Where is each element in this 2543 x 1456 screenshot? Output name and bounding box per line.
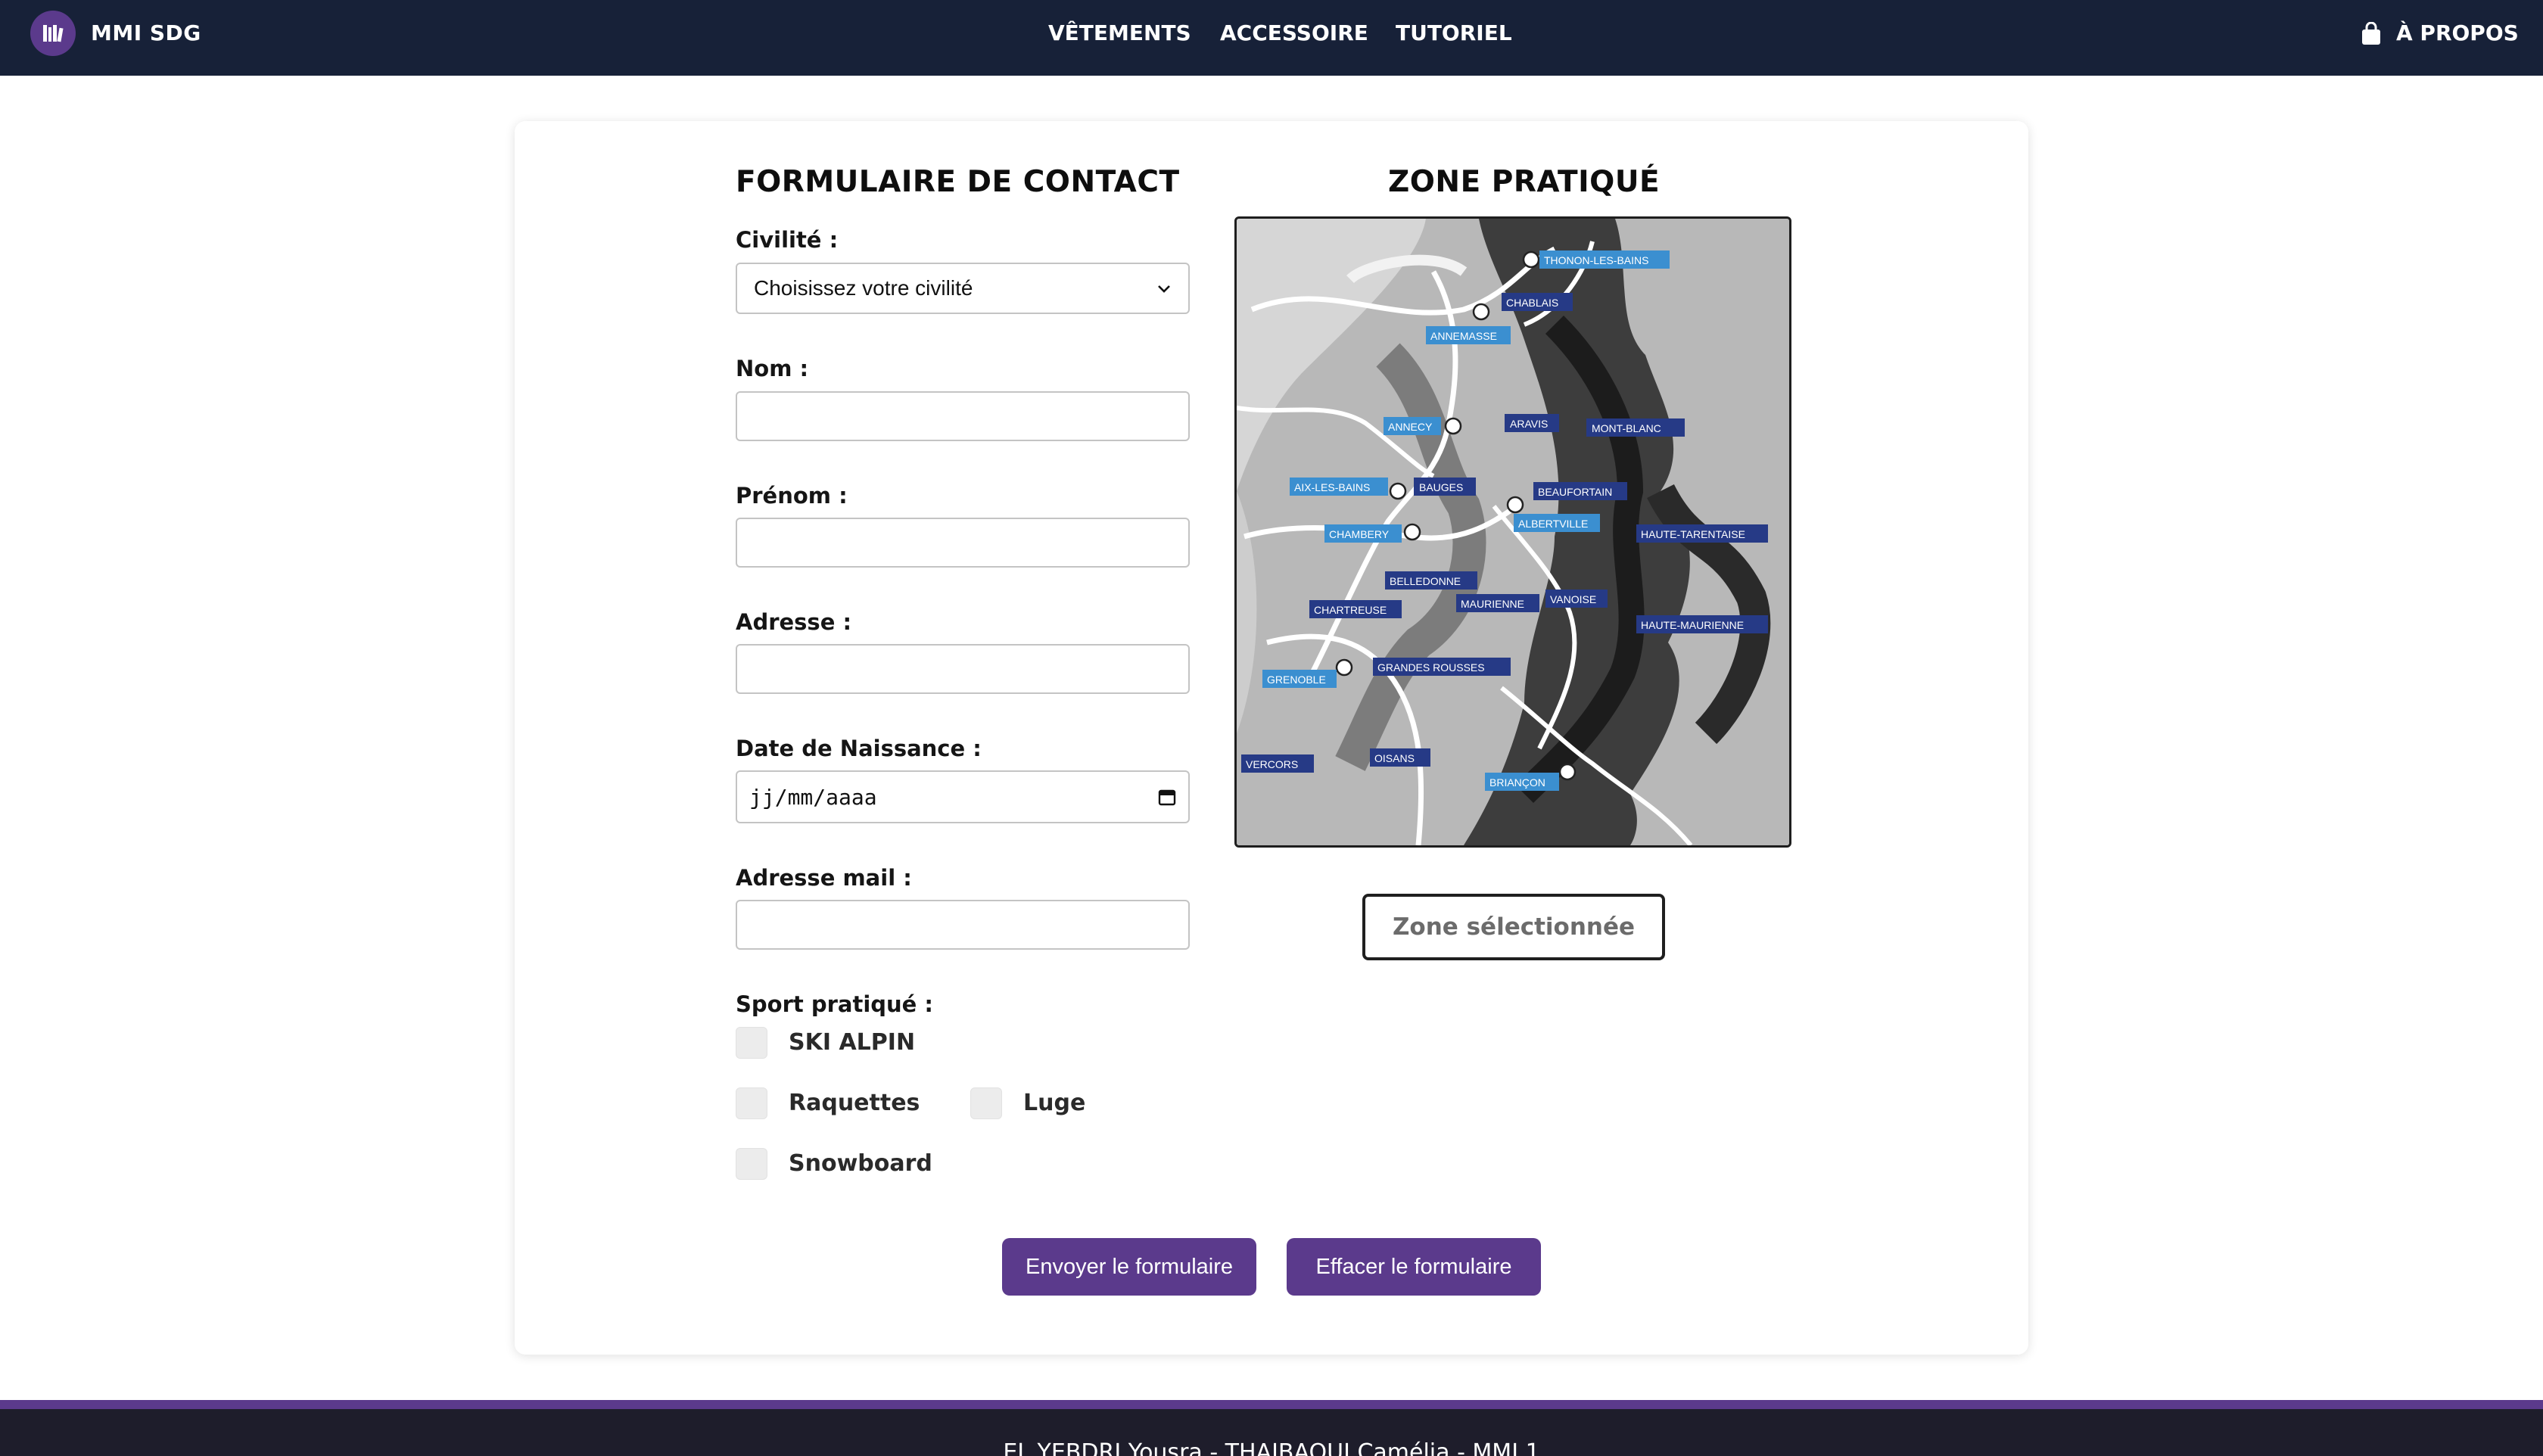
checkbox-ski-alpin[interactable] [736, 1027, 767, 1059]
adresse-input[interactable] [736, 644, 1190, 694]
prenom-label: Prénom : [736, 483, 848, 509]
prenom-input[interactable] [736, 518, 1190, 568]
map-label-annemasse: ANNEMASSE [1430, 330, 1497, 342]
checkbox-luge[interactable] [970, 1087, 1002, 1119]
map-label-albertville: ALBERTVILLE [1518, 518, 1588, 530]
alps-map-image: THONON-LES-BAINS CHABLAIS ANNEMASSE ANNE… [1237, 219, 1789, 845]
contact-card: FORMULAIRE DE CONTACT Civilité : Choisis… [515, 121, 2028, 1355]
checkbox-raquettes[interactable] [736, 1087, 767, 1119]
map-label-thonon: THONON-LES-BAINS [1544, 254, 1648, 266]
footer-accent-stripe [0, 1400, 2543, 1409]
checkbox-label-ski-alpin: SKI ALPIN [789, 1029, 916, 1056]
nav-link-a-propos[interactable]: À PROPOS [2396, 20, 2519, 45]
brand-name[interactable]: MMI SDG [91, 20, 201, 45]
date-naissance-input[interactable]: jj/mm/aaaa [736, 770, 1190, 823]
map-label-grandes-rousses: GRANDES ROUSSES [1377, 661, 1485, 674]
map-label-belledonne: BELLEDONNE [1390, 575, 1461, 587]
map-label-aravis: ARAVIS [1510, 418, 1548, 430]
map-label-oisans: OISANS [1374, 752, 1415, 764]
map-label-grenoble: GRENOBLE [1267, 674, 1326, 686]
bookshelf-icon [43, 25, 64, 42]
map-label-mont-blanc: MONT-BLANC [1592, 422, 1661, 434]
footer: EL YEBDRI Yousra - THAIBAOUI Camélia - M… [0, 1409, 2543, 1456]
map-label-maurienne: MAURIENNE [1461, 598, 1524, 610]
zone-selected-button[interactable]: Zone sélectionnée [1362, 894, 1665, 960]
sport-pratique-label: Sport pratiqué : [736, 991, 934, 1017]
footer-credits: EL YEBDRI Yousra - THAIBAOUI Camélia - M… [1003, 1439, 1540, 1456]
map-label-bauges: BAUGES [1419, 481, 1463, 493]
adresse-mail-label: Adresse mail : [736, 865, 912, 891]
calendar-icon[interactable] [1158, 788, 1176, 806]
map-label-chablais: CHABLAIS [1506, 297, 1558, 309]
map-label-chartreuse: CHARTREUSE [1314, 604, 1387, 616]
map-label-beaufortain: BEAUFORTAIN [1538, 486, 1612, 498]
civilite-select[interactable]: Choisissez votre civilité [736, 263, 1190, 314]
nav-link-tutoriel[interactable]: TUTORIEL [1396, 20, 1512, 45]
adresse-label: Adresse : [736, 609, 852, 635]
nav-link-accessoire[interactable]: ACCESSOIRE [1220, 20, 1368, 45]
zone-map[interactable]: THONON-LES-BAINS CHABLAIS ANNEMASSE ANNE… [1234, 216, 1791, 848]
date-naissance-label: Date de Naissance : [736, 736, 982, 761]
reset-form-button[interactable]: Effacer le formulaire [1287, 1238, 1541, 1296]
nom-label: Nom : [736, 356, 809, 381]
contact-form-title: FORMULAIRE DE CONTACT [736, 165, 1180, 199]
site-logo[interactable] [30, 11, 76, 56]
map-label-vanoise: VANOISE [1550, 593, 1596, 605]
map-label-haute-maurienne: HAUTE-MAURIENNE [1641, 619, 1744, 631]
checkbox-snowboard[interactable] [736, 1148, 767, 1180]
map-label-annecy: ANNECY [1388, 421, 1433, 433]
map-label-briancon: BRIANÇON [1489, 776, 1545, 789]
submit-form-button[interactable]: Envoyer le formulaire [1002, 1238, 1256, 1296]
adresse-mail-input[interactable] [736, 900, 1190, 950]
civilite-select-value: Choisissez votre civilité [754, 276, 973, 300]
shopping-bag-icon[interactable] [2361, 22, 2382, 46]
map-label-haute-tarentaise: HAUTE-TARENTAISE [1641, 528, 1745, 540]
date-placeholder: jj/mm/aaaa [749, 784, 877, 810]
checkbox-label-luge: Luge [1023, 1090, 1086, 1116]
map-label-vercors: VERCORS [1246, 758, 1298, 770]
checkbox-label-raquettes: Raquettes [789, 1090, 920, 1116]
map-label-chambery: CHAMBERY [1329, 528, 1390, 540]
top-navigation-bar: MMI SDG VÊTEMENTS ACCESSOIRE TUTORIEL À … [0, 0, 2543, 76]
map-label-aix-les-bains: AIX-LES-BAINS [1294, 481, 1370, 493]
nav-link-vetements[interactable]: VÊTEMENTS [1048, 20, 1191, 45]
zone-title: ZONE PRATIQUÉ [1388, 165, 1661, 199]
checkbox-label-snowboard: Snowboard [789, 1150, 932, 1177]
civilite-label: Civilité : [736, 227, 839, 253]
nom-input[interactable] [736, 391, 1190, 441]
chevron-down-icon [1158, 285, 1170, 293]
